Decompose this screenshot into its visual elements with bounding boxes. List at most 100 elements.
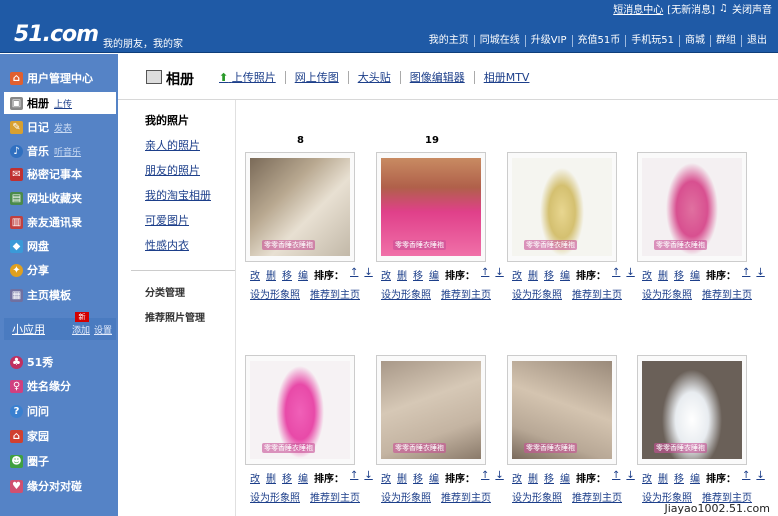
compose-link[interactable]: 编 xyxy=(298,470,308,485)
site-logo[interactable]: 51.com xyxy=(14,22,99,47)
category-family[interactable]: 亲人的照片 xyxy=(145,137,200,153)
set-avatar-link[interactable]: 设为形象照 xyxy=(512,286,562,301)
listen-music-link[interactable]: 听音乐 xyxy=(54,145,81,158)
sort-up-arrow[interactable]: ↑ xyxy=(612,267,620,282)
nav-mall[interactable]: 商城 xyxy=(679,35,710,47)
edit-link[interactable]: 改 xyxy=(250,267,260,282)
delete-link[interactable]: 删 xyxy=(658,470,668,485)
photo-thumbnail[interactable]: 零零香睡衣睡袍 xyxy=(376,152,486,262)
sidebar-item-share[interactable]: ✦ 分享 xyxy=(4,259,116,281)
move-link[interactable]: 移 xyxy=(282,470,292,485)
nav-upgrade-vip[interactable]: 升级VIP xyxy=(524,35,572,47)
recommend-link[interactable]: 推荐到主页 xyxy=(572,489,622,504)
message-center-link[interactable]: 短消息中心 xyxy=(613,1,663,16)
nav-groups[interactable]: 群组 xyxy=(710,35,741,47)
sidebar-app-ask[interactable]: ? 问问 xyxy=(4,400,116,422)
sort-down-arrow[interactable]: ↓ xyxy=(626,470,634,485)
nav-logout[interactable]: 退出 xyxy=(741,35,772,47)
move-link[interactable]: 移 xyxy=(674,470,684,485)
recommend-link[interactable]: 推荐到主页 xyxy=(572,286,622,301)
photo-thumbnail[interactable]: 零零香睡衣睡袍 xyxy=(507,355,617,465)
compose-link[interactable]: 编 xyxy=(429,267,439,282)
compose-link[interactable]: 编 xyxy=(298,267,308,282)
set-avatar-link[interactable]: 设为形象照 xyxy=(250,286,300,301)
move-link[interactable]: 移 xyxy=(674,267,684,282)
edit-link[interactable]: 改 xyxy=(381,267,391,282)
delete-link[interactable]: 删 xyxy=(266,470,276,485)
sidebar-app-name-fate[interactable]: ♀ 姓名缘分 xyxy=(4,375,116,397)
sidebar-app-51show[interactable]: ♣ 51秀 xyxy=(4,351,116,373)
photo-thumbnail[interactable]: 零零香睡衣睡袍 xyxy=(376,355,486,465)
sidebar-item-album[interactable]: ▣ 相册 上传 xyxy=(4,92,116,114)
apps-settings-link[interactable]: 设置 xyxy=(94,323,112,336)
sidebar-item-user-center[interactable]: ⌂ 用户管理中心 xyxy=(4,67,116,89)
recommend-link[interactable]: 推荐到主页 xyxy=(310,286,360,301)
sidebar-item-netdisk[interactable]: ◆ 网盘 xyxy=(4,235,116,257)
category-manage-link[interactable]: 分类管理 xyxy=(145,284,185,299)
compose-link[interactable]: 编 xyxy=(690,267,700,282)
sort-up-arrow[interactable]: ↑ xyxy=(481,267,489,282)
sidebar-app-circle[interactable]: ☻ 圈子 xyxy=(4,450,116,472)
delete-link[interactable]: 删 xyxy=(397,267,407,282)
set-avatar-link[interactable]: 设为形象照 xyxy=(250,489,300,504)
move-link[interactable]: 移 xyxy=(413,470,423,485)
sort-down-arrow[interactable]: ↓ xyxy=(626,267,634,282)
compose-link[interactable]: 编 xyxy=(560,470,570,485)
upload-link[interactable]: 上传 xyxy=(54,97,72,110)
set-avatar-link[interactable]: 设为形象照 xyxy=(381,286,431,301)
sort-down-arrow[interactable]: ↓ xyxy=(756,267,764,282)
category-taobao[interactable]: 我的淘宝相册 xyxy=(145,187,211,203)
close-sound-link[interactable]: 关闭声音 xyxy=(732,1,772,16)
recommend-manage-link[interactable]: 推荐照片管理 xyxy=(145,309,205,324)
sidebar-item-template[interactable]: ▦ 主页模板 xyxy=(4,284,116,306)
photo-thumbnail[interactable]: 零零香睡衣睡袍 xyxy=(637,152,747,262)
tab-web-upload[interactable]: 网上传图 xyxy=(284,71,348,84)
sidebar-item-contacts[interactable]: ▥ 亲友通讯录 xyxy=(4,211,116,233)
photo-thumbnail[interactable]: 零零香睡衣睡袍 xyxy=(245,355,355,465)
sort-up-arrow[interactable]: ↑ xyxy=(742,470,750,485)
edit-link[interactable]: 改 xyxy=(512,267,522,282)
set-avatar-link[interactable]: 设为形象照 xyxy=(381,489,431,504)
nav-local-online[interactable]: 同城在线 xyxy=(473,35,525,47)
move-link[interactable]: 移 xyxy=(413,267,423,282)
category-lingerie[interactable]: 性感内衣 xyxy=(145,237,189,253)
recommend-link[interactable]: 推荐到主页 xyxy=(441,286,491,301)
delete-link[interactable]: 删 xyxy=(658,267,668,282)
sort-down-arrow[interactable]: ↓ xyxy=(756,470,764,485)
sort-up-arrow[interactable]: ↑ xyxy=(350,470,358,485)
category-cute[interactable]: 可爱图片 xyxy=(145,212,189,228)
move-link[interactable]: 移 xyxy=(544,470,554,485)
compose-link[interactable]: 编 xyxy=(560,267,570,282)
edit-link[interactable]: 改 xyxy=(512,470,522,485)
sidebar-item-bookmarks[interactable]: ▤ 网址收藏夹 xyxy=(4,187,116,209)
edit-link[interactable]: 改 xyxy=(381,470,391,485)
category-friends[interactable]: 朋友的照片 xyxy=(145,162,200,178)
nav-recharge[interactable]: 充值51币 xyxy=(571,35,626,47)
sort-up-arrow[interactable]: ↑ xyxy=(742,267,750,282)
nav-my-homepage[interactable]: 我的主页 xyxy=(424,35,474,47)
sort-up-arrow[interactable]: ↑ xyxy=(481,470,489,485)
sort-down-arrow[interactable]: ↓ xyxy=(495,470,503,485)
nav-mobile[interactable]: 手机玩51 xyxy=(625,35,679,47)
sort-down-arrow[interactable]: ↓ xyxy=(364,267,372,282)
edit-link[interactable]: 改 xyxy=(250,470,260,485)
tab-photo-sticker[interactable]: 大头贴 xyxy=(347,71,400,84)
delete-link[interactable]: 删 xyxy=(528,267,538,282)
apps-title[interactable]: 小应用 xyxy=(12,321,45,337)
sidebar-item-diary[interactable]: ✎ 日记 发表 xyxy=(4,116,116,138)
photo-thumbnail[interactable]: 零零香睡衣睡袍 xyxy=(637,355,747,465)
tab-album-mtv[interactable]: 相册MTV xyxy=(473,71,539,84)
sort-up-arrow[interactable]: ↑ xyxy=(612,470,620,485)
delete-link[interactable]: 删 xyxy=(528,470,538,485)
edit-link[interactable]: 改 xyxy=(642,267,652,282)
tab-upload-photo[interactable]: ⬆ 上传照片 xyxy=(219,71,285,84)
delete-link[interactable]: 删 xyxy=(397,470,407,485)
compose-link[interactable]: 编 xyxy=(429,470,439,485)
edit-link[interactable]: 改 xyxy=(642,470,652,485)
move-link[interactable]: 移 xyxy=(544,267,554,282)
sort-down-arrow[interactable]: ↓ xyxy=(364,470,372,485)
set-avatar-link[interactable]: 设为形象照 xyxy=(642,286,692,301)
apps-add-link[interactable]: 添加 xyxy=(72,323,90,336)
tab-image-editor[interactable]: 图像编辑器 xyxy=(399,71,474,84)
sidebar-app-match[interactable]: ♥ 缘分对对碰 xyxy=(4,475,116,497)
